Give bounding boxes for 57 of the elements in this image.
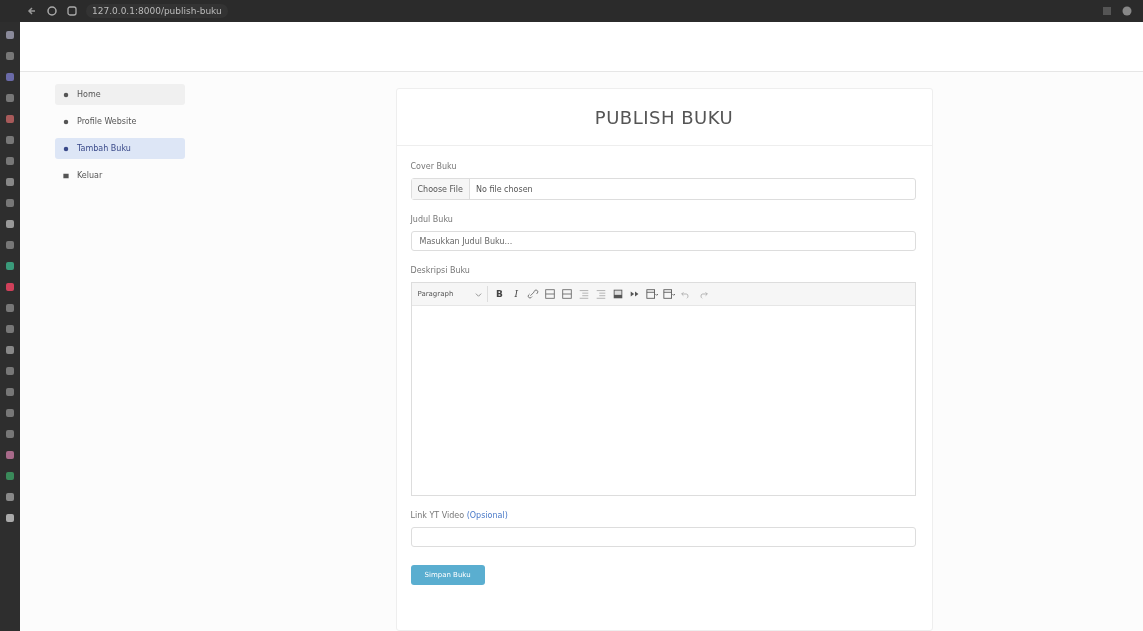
book-icon <box>63 172 69 179</box>
dot-icon <box>63 91 69 98</box>
table-icon[interactable] <box>646 288 659 300</box>
field-label: Cover Buku <box>410 162 458 171</box>
app-icon[interactable] <box>5 324 15 334</box>
title-input[interactable]: Masukkan Judul Buku... <box>410 231 916 251</box>
italic-button[interactable]: I <box>510 289 523 299</box>
app-icon[interactable] <box>5 387 15 397</box>
choose-file-button[interactable]: Choose File <box>411 179 470 199</box>
bold-button[interactable]: B <box>493 289 506 299</box>
app-icon[interactable] <box>5 261 15 271</box>
app-icon[interactable] <box>5 450 15 460</box>
app-icon[interactable] <box>5 471 15 481</box>
app-icon[interactable] <box>5 30 15 40</box>
app-icon[interactable] <box>5 72 15 82</box>
app-icon[interactable] <box>5 156 15 166</box>
caret-icon <box>475 290 483 298</box>
app-icon[interactable] <box>5 198 15 208</box>
address-bar[interactable]: 127.0.0.1:8000/publish-buku <box>86 4 228 18</box>
app-icon[interactable] <box>5 492 15 502</box>
link-icon[interactable] <box>527 288 540 300</box>
sidebar-item[interactable]: Keluar <box>55 165 185 186</box>
field-label: Judul Buku <box>410 215 454 224</box>
app-icon[interactable] <box>5 282 15 292</box>
app-icon[interactable] <box>5 345 15 355</box>
indent-icon[interactable] <box>578 288 591 300</box>
app-icon[interactable] <box>5 303 15 313</box>
app-icon[interactable] <box>5 366 15 376</box>
file-input[interactable]: Choose File No file chosen <box>410 178 916 200</box>
app-icon[interactable] <box>5 177 15 187</box>
reload-icon[interactable] <box>46 5 58 17</box>
field-label: Deskripsi Buku <box>410 266 471 275</box>
dot-icon <box>63 145 69 152</box>
video-link-input[interactable] <box>410 527 916 547</box>
app-icon[interactable] <box>5 408 15 418</box>
image-icon[interactable] <box>612 288 625 300</box>
app-icon[interactable] <box>5 429 15 439</box>
profile-icon[interactable] <box>1121 5 1133 17</box>
file-status: No file chosen <box>474 184 533 194</box>
grid-icon[interactable] <box>663 288 676 300</box>
form-title: PUBLISH BUKU <box>594 106 734 128</box>
app-icon[interactable] <box>5 240 15 250</box>
app-icon[interactable] <box>5 219 15 229</box>
extension-icon[interactable] <box>1101 5 1113 17</box>
dot-icon <box>63 118 69 125</box>
app-icon[interactable] <box>5 114 15 124</box>
app-icon[interactable] <box>5 93 15 103</box>
app-icon[interactable] <box>5 51 15 61</box>
site-info-icon[interactable] <box>66 5 78 17</box>
app-icon[interactable] <box>5 513 15 523</box>
field-label: Link YT Video (Opsional) <box>410 511 509 520</box>
outdent-icon[interactable] <box>595 288 608 300</box>
sidebar-item[interactable]: Home <box>55 84 185 105</box>
sidebar-item[interactable]: Tambah Buku <box>55 138 185 159</box>
sidebar-item[interactable]: Profile Website <box>55 111 185 132</box>
app-icon[interactable] <box>5 135 15 145</box>
back-icon[interactable] <box>26 5 38 17</box>
